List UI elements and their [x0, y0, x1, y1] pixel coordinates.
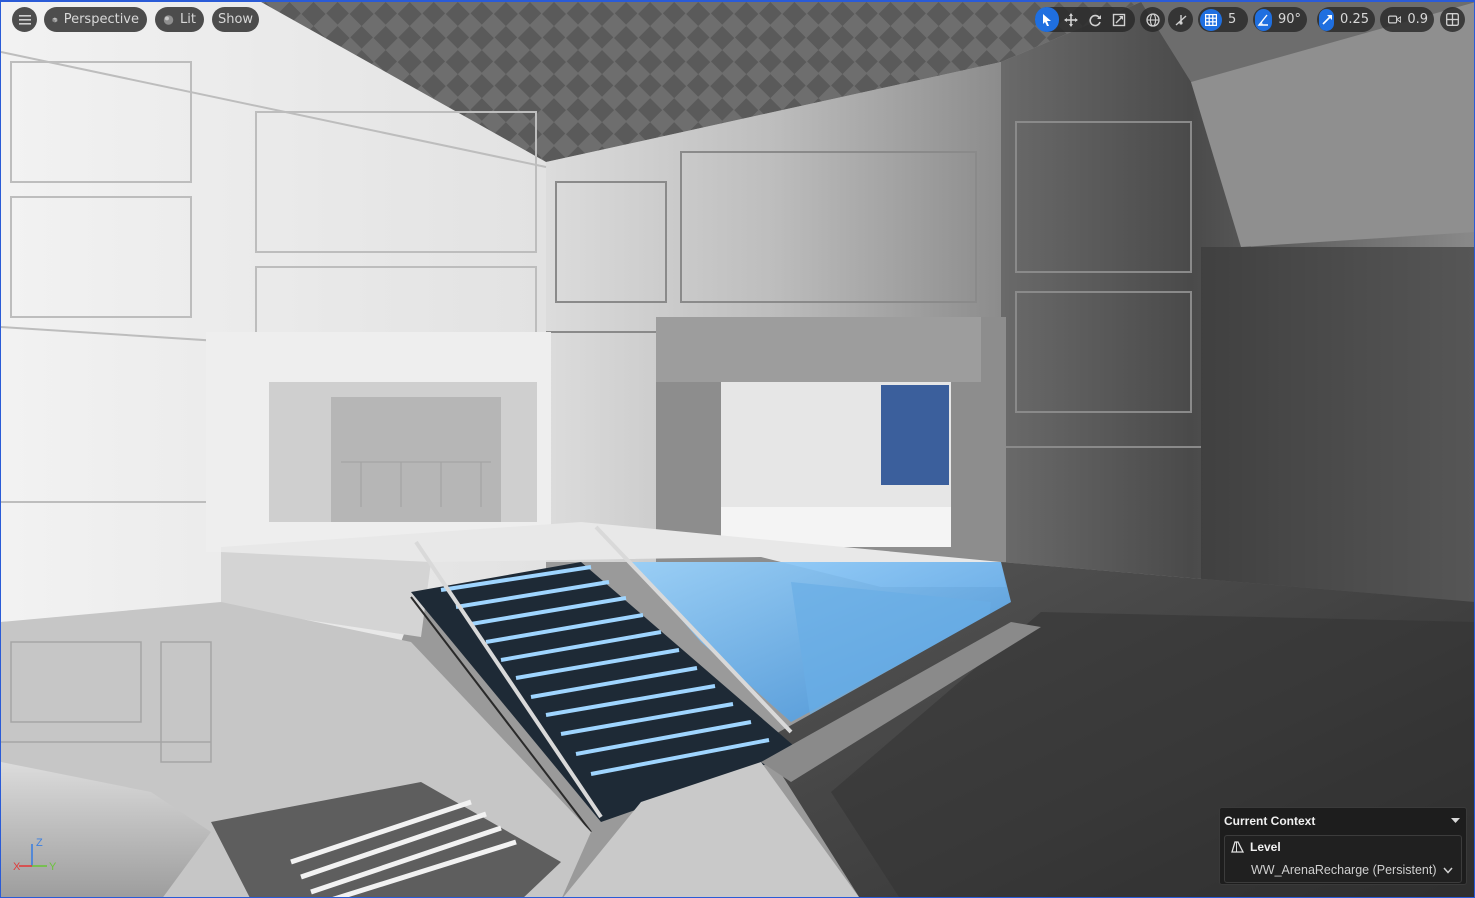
grid-snap-value: 5: [1228, 12, 1237, 27]
level-label: Level: [1250, 840, 1281, 854]
show-button[interactable]: Show: [212, 7, 259, 32]
rotate-icon: [1089, 14, 1101, 26]
view-mode-label: Perspective: [63, 12, 139, 27]
axis-x-label: X: [13, 861, 21, 873]
context-title: Current Context: [1224, 813, 1316, 828]
view-mode-button[interactable]: Perspective: [44, 7, 147, 32]
viewport-menu-button[interactable]: [12, 7, 37, 32]
transform-tools-group: [1035, 7, 1135, 32]
camera-icon: [1388, 15, 1402, 24]
view-lit-button[interactable]: Lit: [155, 7, 204, 32]
axis-z-label: Z: [36, 837, 43, 849]
axis-y-label: Y: [49, 861, 57, 873]
hamburger-menu-icon: [18, 14, 31, 25]
scale-arrow-icon: [1321, 14, 1332, 25]
context-body: Level WW_ArenaRecharge (Persistent): [1224, 835, 1462, 883]
sphere-icon: [163, 14, 174, 25]
layout-grid-icon: [1446, 13, 1459, 26]
coordinate-system-button[interactable]: [1140, 7, 1165, 32]
rotation-snap-value: 90°: [1277, 12, 1301, 27]
camera-speed-value: 0.9: [1407, 12, 1428, 27]
rotate-tool-button[interactable]: [1083, 7, 1107, 32]
show-label: Show: [217, 12, 254, 27]
world-globe-icon: [1145, 12, 1160, 27]
context-header[interactable]: Current Context: [1220, 808, 1466, 833]
surface-snapping-button[interactable]: [1168, 7, 1193, 32]
axis-gizmo: Z X Y: [13, 837, 57, 873]
level-value: WW_ArenaRecharge (Persistent): [1251, 863, 1437, 877]
cube-icon: [52, 17, 58, 22]
level-viewport[interactable]: Perspective Lit Show 5 90° 0.25 0.9 Z X …: [0, 0, 1475, 898]
select-tool-button[interactable]: [1035, 7, 1059, 32]
viewport-layout-button[interactable]: [1440, 7, 1465, 32]
scale-icon: [1112, 13, 1126, 26]
level-dropdown[interactable]: WW_ArenaRecharge (Persistent): [1225, 858, 1461, 882]
angle-icon: [1258, 14, 1269, 26]
scale-snap-value: 0.25: [1340, 12, 1369, 27]
translate-icon: [1064, 12, 1078, 27]
collapse-triangle-icon[interactable]: [1451, 817, 1460, 824]
grid-icon: [1205, 13, 1217, 26]
grid-snap-control[interactable]: 5: [1198, 7, 1248, 32]
surface-snap-icon: [1175, 14, 1186, 26]
level-icon: [1231, 841, 1244, 853]
current-context-panel: Current Context Level WW_ArenaRecharge (…: [1219, 807, 1467, 885]
scale-snap-control[interactable]: 0.25: [1317, 7, 1375, 32]
chevron-down-icon: [1443, 867, 1453, 874]
select-arrow-icon: [1043, 13, 1051, 26]
translate-tool-button[interactable]: [1059, 7, 1083, 32]
scale-snap-toggle[interactable]: [1319, 8, 1335, 31]
viewport-scene[interactable]: [1, 2, 1475, 898]
rotation-snap-control[interactable]: 90°: [1253, 7, 1307, 32]
scale-tool-button[interactable]: [1107, 7, 1131, 32]
lit-label: Lit: [180, 12, 196, 27]
camera-speed-control[interactable]: 0.9: [1380, 7, 1434, 32]
level-row: Level: [1225, 836, 1461, 858]
rotation-snap-toggle[interactable]: [1255, 8, 1272, 31]
grid-snap-toggle[interactable]: [1200, 8, 1222, 31]
